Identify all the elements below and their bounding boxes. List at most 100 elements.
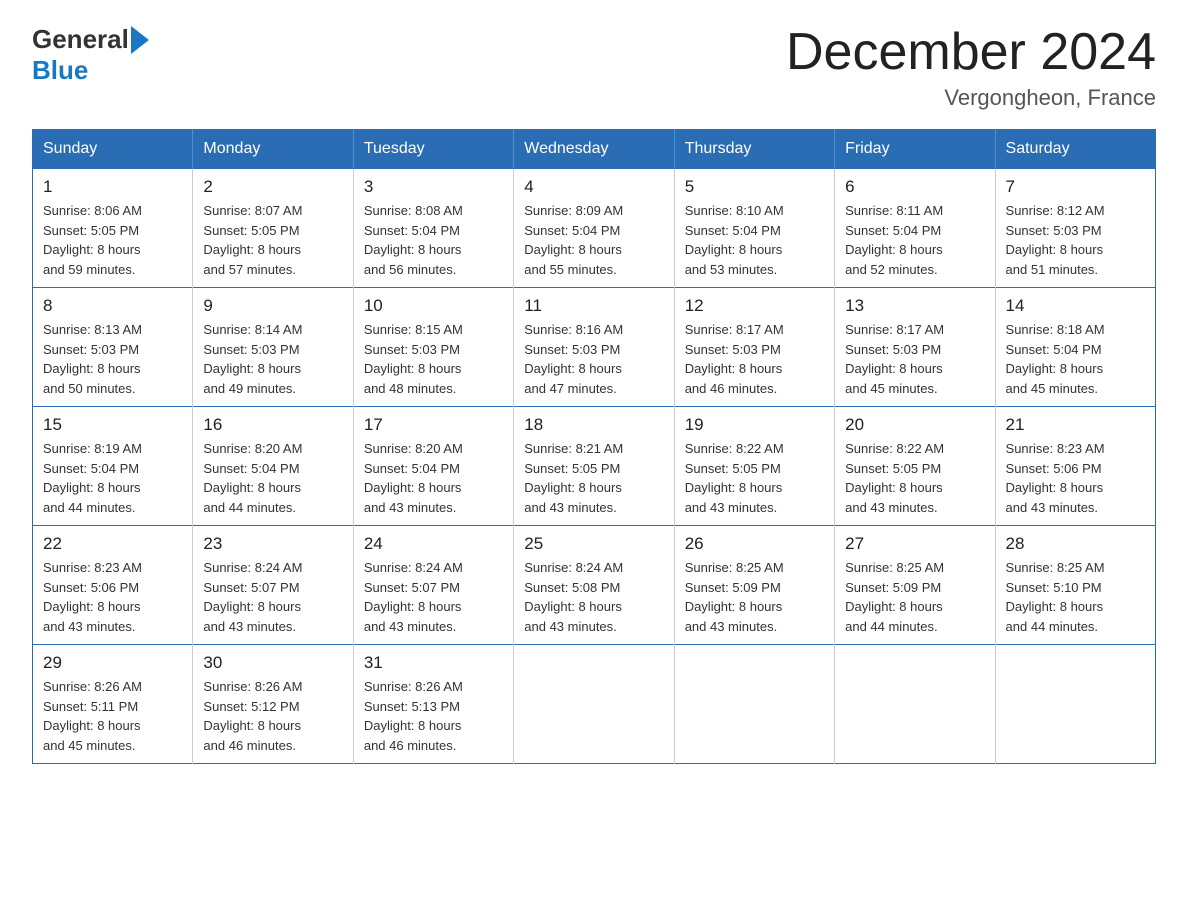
week-row-3: 15 Sunrise: 8:19 AM Sunset: 5:04 PM Dayli… [33,407,1156,526]
calendar-cell: 11 Sunrise: 8:16 AM Sunset: 5:03 PM Dayli… [514,288,674,407]
weekday-header-row: SundayMondayTuesdayWednesdayThursdayFrid… [33,130,1156,169]
day-number: 8 [43,296,182,316]
day-detail: Sunrise: 8:18 AM Sunset: 5:04 PM Dayligh… [1006,320,1145,398]
day-detail: Sunrise: 8:24 AM Sunset: 5:08 PM Dayligh… [524,558,663,636]
day-detail: Sunrise: 8:25 AM Sunset: 5:09 PM Dayligh… [845,558,984,636]
day-number: 2 [203,177,342,197]
logo-blue-text: Blue [32,55,88,85]
calendar-cell: 18 Sunrise: 8:21 AM Sunset: 5:05 PM Dayli… [514,407,674,526]
day-detail: Sunrise: 8:06 AM Sunset: 5:05 PM Dayligh… [43,201,182,279]
calendar-cell: 30Sunrise: 8:26 AM Sunset: 5:12 PM Dayli… [193,645,353,764]
calendar-cell: 23 Sunrise: 8:24 AM Sunset: 5:07 PM Dayli… [193,526,353,645]
day-number: 17 [364,415,503,435]
day-detail: Sunrise: 8:23 AM Sunset: 5:06 PM Dayligh… [43,558,182,636]
calendar-cell: 5Sunrise: 8:10 AM Sunset: 5:04 PM Daylig… [674,169,834,288]
day-number: 31 [364,653,503,673]
main-title: December 2024 [786,24,1156,81]
calendar-cell: 15 Sunrise: 8:19 AM Sunset: 5:04 PM Dayli… [33,407,193,526]
calendar-cell: 20 Sunrise: 8:22 AM Sunset: 5:05 PM Dayli… [835,407,995,526]
calendar-cell: 7 Sunrise: 8:12 AM Sunset: 5:03 PM Daylig… [995,169,1155,288]
day-detail: Sunrise: 8:19 AM Sunset: 5:04 PM Dayligh… [43,439,182,517]
day-number: 24 [364,534,503,554]
calendar-cell: 4Sunrise: 8:09 AM Sunset: 5:04 PM Daylig… [514,169,674,288]
day-detail: Sunrise: 8:26 AM Sunset: 5:13 PM Dayligh… [364,677,503,755]
calendar-cell: 29 Sunrise: 8:26 AM Sunset: 5:11 PM Dayli… [33,645,193,764]
day-detail: Sunrise: 8:14 AM Sunset: 5:03 PM Dayligh… [203,320,342,398]
day-number: 21 [1006,415,1145,435]
week-row-2: 8 Sunrise: 8:13 AM Sunset: 5:03 PM Daylig… [33,288,1156,407]
day-detail: Sunrise: 8:15 AM Sunset: 5:03 PM Dayligh… [364,320,503,398]
day-number: 23 [203,534,342,554]
calendar-cell: 16 Sunrise: 8:20 AM Sunset: 5:04 PM Dayli… [193,407,353,526]
day-detail: Sunrise: 8:12 AM Sunset: 5:03 PM Dayligh… [1006,201,1145,279]
day-number: 6 [845,177,984,197]
day-detail: Sunrise: 8:24 AM Sunset: 5:07 PM Dayligh… [364,558,503,636]
day-number: 15 [43,415,182,435]
day-number: 12 [685,296,824,316]
day-detail: Sunrise: 8:17 AM Sunset: 5:03 PM Dayligh… [845,320,984,398]
day-detail: Sunrise: 8:11 AM Sunset: 5:04 PM Dayligh… [845,201,984,279]
day-detail: Sunrise: 8:21 AM Sunset: 5:05 PM Dayligh… [524,439,663,517]
day-detail: Sunrise: 8:20 AM Sunset: 5:04 PM Dayligh… [364,439,503,517]
day-detail: Sunrise: 8:16 AM Sunset: 5:03 PM Dayligh… [524,320,663,398]
day-number: 16 [203,415,342,435]
day-detail: Sunrise: 8:13 AM Sunset: 5:03 PM Dayligh… [43,320,182,398]
day-detail: Sunrise: 8:09 AM Sunset: 5:04 PM Dayligh… [524,201,663,279]
weekday-header-sunday: Sunday [33,130,193,169]
calendar-cell: 27 Sunrise: 8:25 AM Sunset: 5:09 PM Dayli… [835,526,995,645]
weekday-header-thursday: Thursday [674,130,834,169]
day-detail: Sunrise: 8:26 AM Sunset: 5:11 PM Dayligh… [43,677,182,755]
calendar-cell: 21Sunrise: 8:23 AM Sunset: 5:06 PM Dayli… [995,407,1155,526]
day-detail: Sunrise: 8:25 AM Sunset: 5:10 PM Dayligh… [1006,558,1145,636]
day-detail: Sunrise: 8:20 AM Sunset: 5:04 PM Dayligh… [203,439,342,517]
day-number: 20 [845,415,984,435]
calendar-cell: 1Sunrise: 8:06 AM Sunset: 5:05 PM Daylig… [33,169,193,288]
logo-arrow-icon [131,26,149,54]
calendar-cell: 9Sunrise: 8:14 AM Sunset: 5:03 PM Daylig… [193,288,353,407]
calendar-table: SundayMondayTuesdayWednesdayThursdayFrid… [32,129,1156,764]
calendar-cell: 17 Sunrise: 8:20 AM Sunset: 5:04 PM Dayli… [353,407,513,526]
week-row-5: 29 Sunrise: 8:26 AM Sunset: 5:11 PM Dayli… [33,645,1156,764]
day-number: 29 [43,653,182,673]
day-number: 18 [524,415,663,435]
day-number: 11 [524,296,663,316]
weekday-header-saturday: Saturday [995,130,1155,169]
calendar-cell: 8 Sunrise: 8:13 AM Sunset: 5:03 PM Daylig… [33,288,193,407]
title-section: December 2024 Vergongheon, France [786,24,1156,111]
day-number: 13 [845,296,984,316]
day-detail: Sunrise: 8:26 AM Sunset: 5:12 PM Dayligh… [203,677,342,755]
day-detail: Sunrise: 8:25 AM Sunset: 5:09 PM Dayligh… [685,558,824,636]
day-number: 26 [685,534,824,554]
day-detail: Sunrise: 8:17 AM Sunset: 5:03 PM Dayligh… [685,320,824,398]
calendar-cell: 14Sunrise: 8:18 AM Sunset: 5:04 PM Dayli… [995,288,1155,407]
day-detail: Sunrise: 8:22 AM Sunset: 5:05 PM Dayligh… [685,439,824,517]
day-number: 22 [43,534,182,554]
calendar-cell: 28 Sunrise: 8:25 AM Sunset: 5:10 PM Dayli… [995,526,1155,645]
day-number: 28 [1006,534,1145,554]
calendar-cell: 31 Sunrise: 8:26 AM Sunset: 5:13 PM Dayli… [353,645,513,764]
weekday-header-wednesday: Wednesday [514,130,674,169]
day-number: 27 [845,534,984,554]
calendar-cell: 3 Sunrise: 8:08 AM Sunset: 5:04 PM Daylig… [353,169,513,288]
calendar-cell: 10 Sunrise: 8:15 AM Sunset: 5:03 PM Dayli… [353,288,513,407]
logo-general-text: General [32,24,129,55]
calendar-cell: 19Sunrise: 8:22 AM Sunset: 5:05 PM Dayli… [674,407,834,526]
calendar-cell: 24 Sunrise: 8:24 AM Sunset: 5:07 PM Dayli… [353,526,513,645]
day-number: 5 [685,177,824,197]
calendar-cell [995,645,1155,764]
day-detail: Sunrise: 8:22 AM Sunset: 5:05 PM Dayligh… [845,439,984,517]
logo: General Blue [32,24,151,86]
calendar-cell: 26 Sunrise: 8:25 AM Sunset: 5:09 PM Dayli… [674,526,834,645]
day-number: 25 [524,534,663,554]
weekday-header-friday: Friday [835,130,995,169]
calendar-cell: 6 Sunrise: 8:11 AM Sunset: 5:04 PM Daylig… [835,169,995,288]
weekday-header-tuesday: Tuesday [353,130,513,169]
day-number: 7 [1006,177,1145,197]
day-detail: Sunrise: 8:24 AM Sunset: 5:07 PM Dayligh… [203,558,342,636]
day-number: 10 [364,296,503,316]
day-number: 3 [364,177,503,197]
calendar-cell [674,645,834,764]
calendar-cell [514,645,674,764]
weekday-header-monday: Monday [193,130,353,169]
day-detail: Sunrise: 8:08 AM Sunset: 5:04 PM Dayligh… [364,201,503,279]
